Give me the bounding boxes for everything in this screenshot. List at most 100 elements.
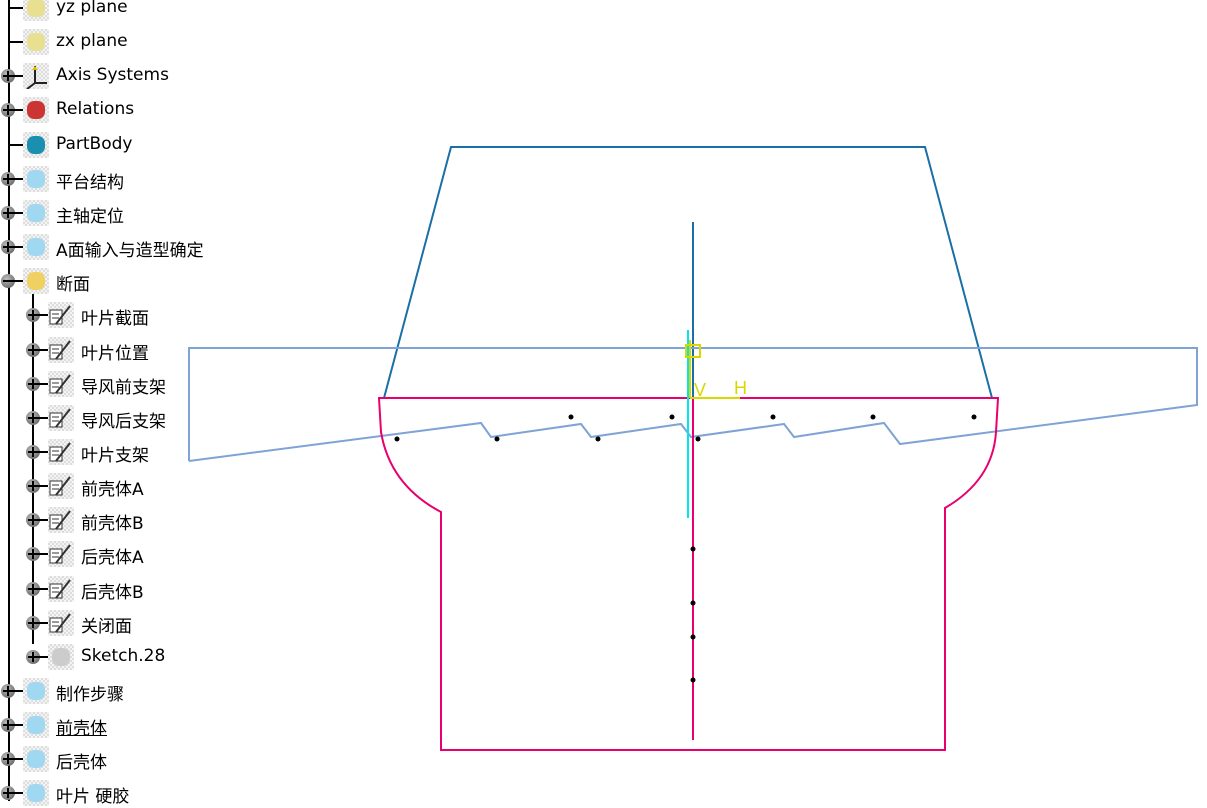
sketch-point[interactable] (690, 634, 696, 640)
tree-connector (34, 485, 48, 488)
tree-item-label: 关闭面 (81, 616, 132, 637)
sketch-icon (48, 609, 74, 636)
sketch-point[interactable] (690, 677, 696, 683)
tree-item[interactable]: 叶片 硬胶 (0, 778, 250, 808)
geometrical-set-icon (23, 746, 49, 773)
tree-item[interactable]: 制作步骤 (0, 676, 250, 706)
tree-item[interactable]: 后壳体A (0, 539, 250, 569)
geometrical-set-icon (23, 712, 49, 739)
tree-item-label: yz plane (56, 0, 128, 17)
axis-system-icon (23, 63, 49, 91)
tree-connector (9, 211, 23, 214)
plane-icon (23, 0, 49, 21)
sketch-point[interactable] (870, 414, 876, 420)
tree-item-label: 主轴定位 (56, 206, 124, 227)
tree-item-label: 叶片截面 (81, 309, 149, 330)
tree-item[interactable]: 叶片位置 (0, 335, 250, 365)
tree-item[interactable]: 叶片截面 (0, 300, 250, 330)
tree-item[interactable]: 关闭面 (0, 608, 250, 638)
tree-item[interactable]: yz plane (0, 0, 250, 23)
tree-connector (9, 143, 23, 146)
specification-tree[interactable]: yz plane zx plane Axis Systems Relations Par… (0, 0, 260, 807)
geometrical-set-open-icon (23, 268, 49, 295)
sketch-icon (48, 507, 74, 534)
tree-item-label: 前壳体 (56, 719, 107, 740)
tree-connector (9, 109, 23, 112)
sketch-point[interactable] (394, 436, 400, 442)
tree-item-label: 导风前支架 (81, 377, 166, 398)
sketch-icon (48, 302, 74, 329)
sketch-icon (48, 404, 74, 431)
tree-connector (34, 519, 48, 522)
tree-connector (9, 280, 23, 283)
sketch-point[interactable] (695, 436, 701, 442)
sketch-point[interactable] (494, 436, 500, 442)
tree-connector (34, 348, 48, 351)
sketch-icon (48, 575, 74, 602)
tree-connector (9, 690, 23, 692)
tree-item-label: 导风后支架 (81, 411, 166, 432)
tree-connector (9, 7, 23, 9)
plane-icon (23, 29, 49, 56)
tree-item-label: 后壳体A (81, 548, 144, 569)
tree-connector (9, 792, 23, 795)
sketch-point[interactable] (595, 436, 601, 442)
tree-connector (34, 553, 48, 556)
tree-item-label: 叶片 硬胶 (56, 787, 130, 808)
tree-connector (34, 655, 48, 658)
tree-item[interactable]: 叶片支架 (0, 437, 250, 467)
tree-item-label: 后壳体 (56, 753, 107, 774)
tree-item[interactable]: Axis Systems (0, 61, 250, 91)
tree-item[interactable]: 平台结构 (0, 164, 250, 194)
tree-connector (34, 382, 48, 385)
tree-item-label: A面输入与造型确定 (56, 241, 204, 262)
tree-connector (34, 621, 48, 624)
tree-item-label: zx plane (56, 31, 128, 52)
tree-connector (9, 41, 23, 44)
tree-item-label: 后壳体B (81, 582, 144, 603)
tree-item[interactable]: Relations (0, 95, 250, 125)
sketch-point[interactable] (669, 414, 675, 420)
tree-item[interactable]: zx plane (0, 27, 250, 57)
tree-item[interactable]: 主轴定位 (0, 198, 250, 228)
sketch-point[interactable] (690, 546, 696, 552)
tree-item-label: 前壳体B (81, 514, 144, 535)
tree-item[interactable]: 前壳体B (0, 505, 250, 535)
tree-item[interactable]: Sketch.28 (0, 642, 250, 672)
geometrical-set-icon (23, 678, 49, 704)
partbody-gear-icon (23, 131, 49, 158)
tree-connector (9, 75, 23, 78)
tree-connector (34, 314, 48, 317)
sketch-point[interactable] (971, 414, 977, 420)
tree-connector (9, 246, 23, 249)
tree-item[interactable]: 后壳体B (0, 574, 250, 604)
axis-label-h: H (734, 378, 747, 398)
geometrical-set-icon (23, 165, 49, 192)
tree-item-label: Relations (56, 99, 135, 120)
tree-item[interactable]: 断面 (0, 266, 250, 296)
tree-item[interactable]: 导风后支架 (0, 403, 250, 433)
sketch-icon (48, 541, 74, 568)
tree-item[interactable]: PartBody (0, 130, 250, 160)
tree-item-label: 前壳体A (81, 480, 144, 501)
sketch-icon (48, 473, 74, 500)
tree-item-label: 制作步骤 (56, 685, 124, 705)
sketch-point[interactable] (690, 600, 696, 606)
sketch-grid-icon (48, 643, 74, 670)
tree-item[interactable]: 后壳体 (0, 744, 250, 774)
relations-icon (23, 97, 49, 124)
sketch-point[interactable] (770, 414, 776, 420)
sketch-icon (48, 336, 74, 363)
tree-item[interactable]: 导风前支架 (0, 369, 250, 399)
tree-item-label: PartBody (56, 133, 133, 154)
tree-item-label: 叶片位置 (81, 343, 149, 364)
tree-item[interactable]: A面输入与造型确定 (0, 232, 250, 262)
tree-connector (34, 587, 48, 590)
tree-item-label: Axis Systems (56, 65, 169, 86)
sketch-points (394, 414, 977, 683)
tree-item[interactable]: 前壳体 (0, 710, 250, 740)
tree-connector (34, 416, 48, 419)
sketch-point[interactable] (568, 414, 574, 420)
tree-item-label: 叶片支架 (81, 445, 149, 466)
tree-item[interactable]: 前壳体A (0, 471, 250, 501)
